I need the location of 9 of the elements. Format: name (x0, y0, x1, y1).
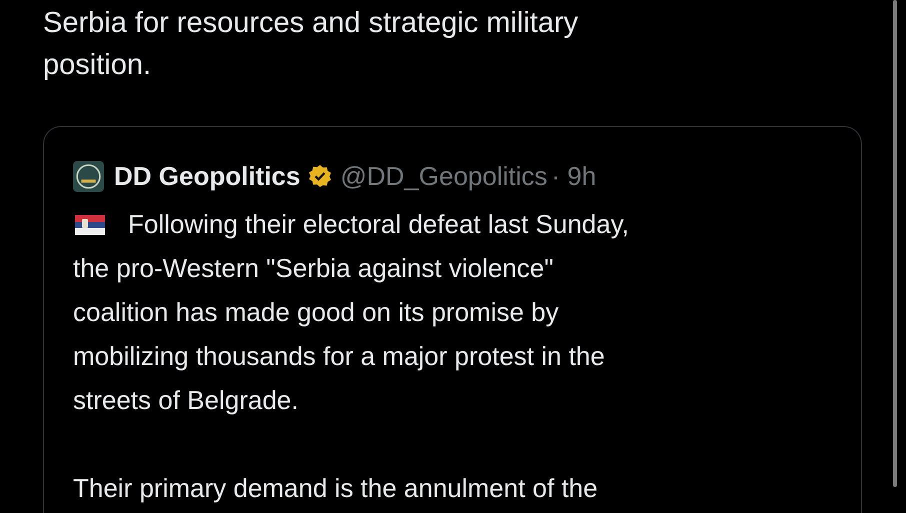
post-text: Serbia for resources and strategic military position. (43, 6, 580, 83)
avatar-icon (73, 160, 104, 192)
quoted-post-card[interactable] (43, 126, 862, 513)
post-paragraph: Following their electoral defeat last Sunday, the pro-Western "Serbia against violence" coalition has made good on its promise by mobilizing thousands for a major protest in the streets of Belgrade. (73, 208, 630, 417)
scrollbar[interactable] (893, 0, 897, 487)
post-paragraph: Their primary demand is the annulment of the (73, 472, 599, 505)
author-handle[interactable]: @DD_Geopolitics (340, 160, 548, 192)
author-name[interactable]: DD Geopolitics (114, 160, 300, 192)
post-time: · 9h (551, 160, 596, 192)
